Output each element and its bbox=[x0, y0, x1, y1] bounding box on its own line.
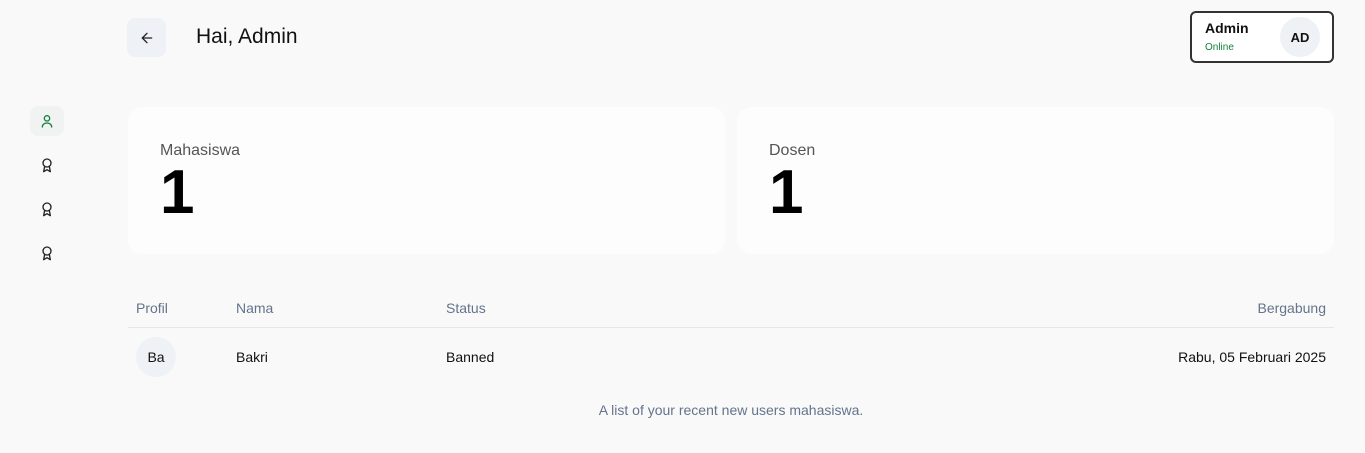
user-name: Admin bbox=[1205, 20, 1249, 36]
sidebar-item-award-1[interactable] bbox=[30, 150, 64, 180]
sidebar-item-users[interactable] bbox=[30, 106, 64, 136]
column-header-joined: Bergabung bbox=[1257, 300, 1326, 316]
table-caption: A list of your recent new users mahasisw… bbox=[598, 402, 864, 418]
sidebar-item-award-3[interactable] bbox=[30, 238, 64, 268]
user-profile-card[interactable]: Admin Online AD bbox=[1190, 11, 1334, 63]
page-title: Hai, Admin bbox=[196, 25, 298, 48]
users-table: Profil Nama Status Bergabung Ba Bakri Ba… bbox=[128, 290, 1334, 386]
stat-card-dosen: Dosen 1 bbox=[737, 107, 1334, 254]
stat-card-mahasiswa: Mahasiswa 1 bbox=[128, 107, 725, 254]
arrow-left-icon bbox=[141, 32, 152, 43]
table-row[interactable]: Ba Bakri Banned Rabu, 05 Februari 2025 bbox=[128, 328, 1334, 386]
user-status: Online bbox=[1205, 42, 1234, 53]
column-header-status: Status bbox=[446, 300, 486, 316]
stat-value: 1 bbox=[769, 158, 804, 227]
award-icon bbox=[42, 158, 52, 173]
table-header: Profil Nama Status Bergabung bbox=[128, 290, 1334, 328]
user-icon bbox=[41, 115, 53, 128]
column-header-name: Nama bbox=[236, 300, 274, 316]
column-header-profile: Profil bbox=[136, 300, 168, 316]
sidebar bbox=[0, 0, 96, 453]
back-button[interactable] bbox=[127, 18, 166, 57]
stat-value: 1 bbox=[160, 158, 195, 227]
avatar: Ba bbox=[136, 337, 176, 377]
award-icon bbox=[42, 246, 52, 261]
cell-joined: Rabu, 05 Februari 2025 bbox=[1178, 349, 1326, 365]
cell-status: Banned bbox=[446, 349, 495, 365]
sidebar-item-award-2[interactable] bbox=[30, 194, 64, 224]
cell-name: Bakri bbox=[236, 349, 268, 365]
avatar: AD bbox=[1280, 17, 1320, 57]
award-icon bbox=[42, 202, 52, 217]
